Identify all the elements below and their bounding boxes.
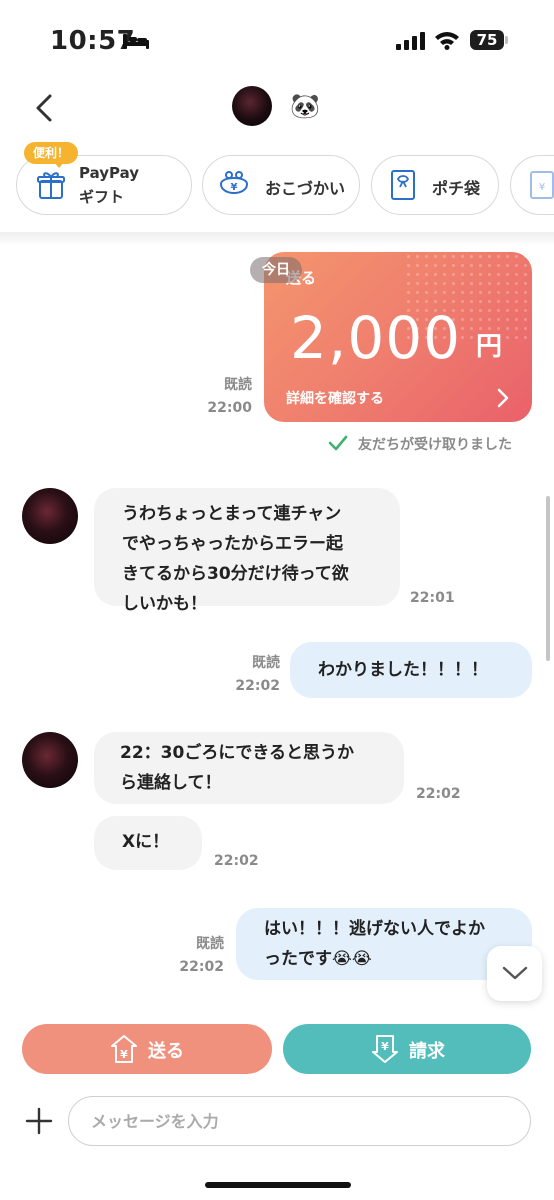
- paypay-gift-label-line1: PayPay: [79, 164, 140, 182]
- message-text-line: はい！！！逃げない人でよか: [264, 919, 485, 939]
- more-services-button[interactable]: ¥: [510, 155, 554, 215]
- svg-text:¥: ¥: [231, 182, 238, 193]
- card-currency: 円: [476, 332, 503, 362]
- message-time: 22:01: [410, 590, 455, 606]
- contact-avatar[interactable]: [22, 488, 78, 544]
- scroll-to-bottom-button[interactable]: [487, 946, 542, 1001]
- contact-name[interactable]: 🐼: [290, 92, 320, 120]
- request-yen-icon: ¥: [372, 1035, 398, 1063]
- svg-text:¥: ¥: [539, 182, 545, 193]
- paypay-gift-button[interactable]: PayPay ギフト: [16, 155, 192, 215]
- svg-text:¥: ¥: [381, 1040, 389, 1053]
- message-text-line: わかりました！！！！: [318, 660, 488, 680]
- badge-tail: [54, 162, 64, 168]
- sleep-focus-icon: [123, 34, 149, 49]
- message-time: 22:02: [416, 786, 461, 802]
- card-details-link[interactable]: 詳細を確認する: [286, 388, 384, 408]
- message-text-line: 22：30ごろにできると思うか: [120, 743, 354, 763]
- request-money-label: 請求: [409, 1041, 445, 1062]
- back-button[interactable]: [30, 88, 60, 128]
- read-receipt: 既読: [252, 655, 280, 671]
- incoming-message-bubble: うわちょっとまって連チャン でやっちゃったからエラー起 きてるから30分だけ待っ…: [94, 488, 400, 614]
- pochibukuro-label: ポチ袋: [432, 179, 481, 198]
- outgoing-message-bubble: わかりました！！！！: [290, 642, 532, 698]
- read-receipt: 既読: [196, 936, 224, 952]
- battery-indicator: 75: [470, 30, 504, 50]
- incoming-message-bubble: 22：30ごろにできると思うか ら連絡して！: [94, 732, 404, 804]
- message-input[interactable]: [68, 1096, 531, 1146]
- wifi-icon: [435, 32, 459, 50]
- message-text-line: でやっちゃったからエラー起: [122, 534, 343, 554]
- chat-scrollbar[interactable]: [546, 496, 550, 661]
- message-text-line: Xに！: [122, 832, 170, 852]
- send-money-button[interactable]: ¥ 送る: [22, 1024, 272, 1074]
- received-status: 友だちが受け取りました: [358, 437, 512, 453]
- convenient-badge: 便利！: [24, 142, 79, 164]
- plus-icon[interactable]: [24, 1106, 54, 1136]
- message-text-line: きてるから30分だけ待って欲: [122, 564, 349, 584]
- cellular-signal-icon: [396, 32, 425, 50]
- date-separator: 今日: [250, 257, 302, 283]
- header-divider: [0, 232, 554, 246]
- okozukai-button[interactable]: ¥ おこづかい: [202, 155, 360, 215]
- coin-purse-icon: ¥: [219, 171, 249, 194]
- read-receipt: 既読: [224, 377, 252, 393]
- send-yen-icon: ¥: [111, 1035, 137, 1063]
- pochibukuro-button[interactable]: ポチ袋: [371, 155, 499, 215]
- card-amount: 2,000: [290, 304, 462, 372]
- svg-text:¥: ¥: [120, 1048, 128, 1061]
- okozukai-label: おこづかい: [265, 179, 346, 198]
- receipt-icon: ¥: [530, 171, 554, 199]
- chevron-right-icon: [497, 388, 509, 408]
- send-money-label: 送る: [148, 1041, 184, 1062]
- message-time: 22:02: [235, 678, 280, 694]
- home-indicator: [205, 1182, 351, 1188]
- envelope-icon: [391, 170, 415, 200]
- battery-cap: [505, 36, 508, 44]
- message-text-line: ら連絡して！: [120, 773, 222, 793]
- transfer-card[interactable]: 送る 2,000 円 詳細を確認する: [264, 252, 532, 422]
- paypay-gift-label-line2: ギフト: [79, 188, 125, 206]
- chevron-down-icon: [502, 966, 528, 980]
- message-time: 22:02: [179, 959, 224, 975]
- message-text-line: うわちょっとまって連チャン: [122, 504, 342, 524]
- message-text-line: しいかも！: [122, 594, 207, 614]
- message-time: 22:02: [214, 853, 259, 869]
- request-money-button[interactable]: ¥ 請求: [283, 1024, 531, 1074]
- checkmark-icon: [328, 435, 348, 451]
- message-time: 22:00: [207, 400, 252, 416]
- gift-icon: [37, 172, 65, 199]
- incoming-message-bubble: Xに！: [94, 816, 202, 870]
- contact-avatar[interactable]: [22, 732, 78, 788]
- contact-avatar[interactable]: [232, 86, 272, 126]
